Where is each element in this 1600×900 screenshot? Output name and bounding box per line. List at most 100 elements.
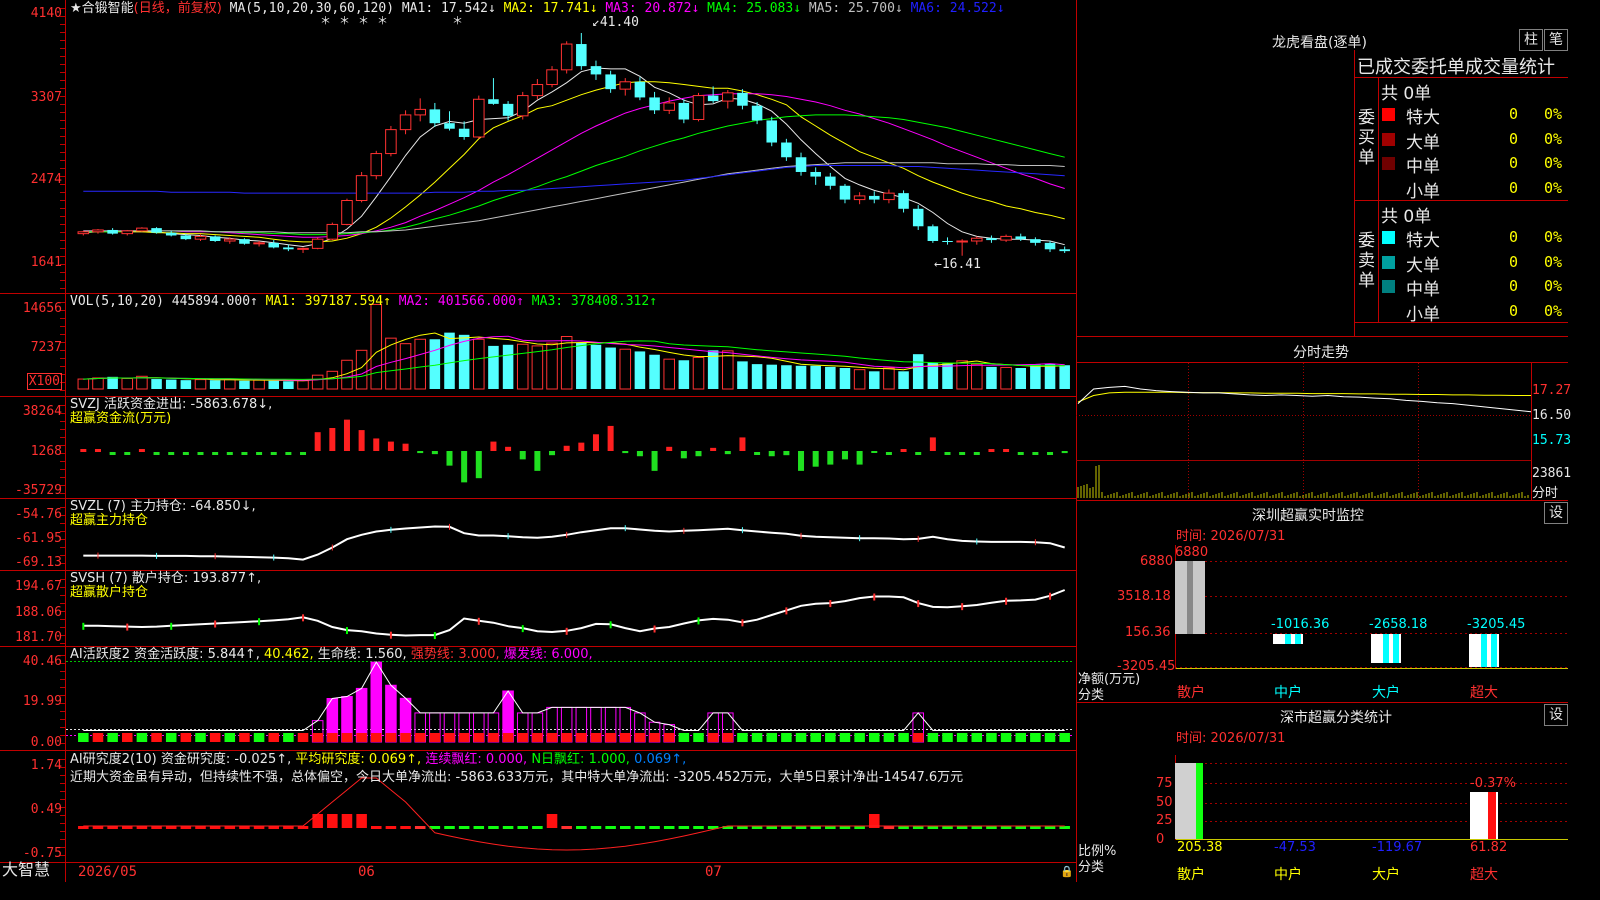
candle xyxy=(224,238,236,242)
volume-bar xyxy=(883,367,895,390)
order-size-label: 大单 xyxy=(1406,132,1440,153)
research-bar xyxy=(693,826,704,829)
color-swatch xyxy=(1382,157,1395,170)
flow-bar xyxy=(314,432,321,451)
ai-research-panel[interactable] xyxy=(78,777,1070,851)
volume-bar xyxy=(77,378,90,390)
activity-base xyxy=(619,733,631,742)
flow-bar xyxy=(343,419,350,451)
flow-bar xyxy=(622,451,629,454)
vol-ma2: MA2: 401566.000↑ xyxy=(398,294,524,309)
order-count: 0 xyxy=(1509,129,1519,148)
volume-bar xyxy=(751,364,763,389)
flow-bar xyxy=(182,452,189,455)
flow-bar xyxy=(519,451,526,460)
flow-bar xyxy=(900,449,907,452)
volume-bar xyxy=(92,377,104,390)
volume-bar xyxy=(151,379,162,389)
aiyj-summary: 近期大资金虽有异动，但持续性不强，总体偏空，今日大单净流出: -5863.633… xyxy=(70,770,964,785)
volume-bar xyxy=(414,338,426,390)
flow-bar xyxy=(783,451,790,456)
activity-base xyxy=(766,733,778,742)
volume-bar xyxy=(678,360,690,389)
aihy-v4: 强势线: 3.000, xyxy=(410,647,500,662)
candlestick-panel[interactable] xyxy=(77,33,1070,256)
aiyj-axis-label: 1.74 xyxy=(30,758,62,773)
flow-bar xyxy=(578,442,585,451)
aiyj-v4: N日飘红: 1.000, xyxy=(531,752,630,767)
candle xyxy=(722,92,734,102)
flow-bar xyxy=(138,449,145,452)
vol-axis-label: 14656 xyxy=(22,301,62,316)
sz-stats-title: 深市超赢分类统计 xyxy=(1280,710,1392,726)
svsh-panel[interactable] xyxy=(82,589,1066,640)
monitor-bar-highlight xyxy=(1491,634,1497,667)
activity-base xyxy=(429,733,441,742)
flow-bar xyxy=(680,451,687,459)
research-bar xyxy=(576,826,587,829)
period-label[interactable]: (日线，前复权) xyxy=(134,1,222,16)
candle xyxy=(868,195,880,200)
flow-bar xyxy=(197,452,204,455)
order-percent: 0% xyxy=(1544,228,1563,246)
candle xyxy=(180,235,192,240)
flow-bar xyxy=(373,438,380,451)
activity-base xyxy=(532,733,543,742)
order-percent: 0% xyxy=(1544,252,1563,271)
flow-bar xyxy=(871,451,878,453)
chart-canvas[interactable] xyxy=(0,0,1568,882)
volume-panel[interactable] xyxy=(77,303,1070,390)
sz-stats-panel[interactable] xyxy=(1175,755,1568,840)
candle xyxy=(239,239,250,244)
activity-base xyxy=(649,733,660,742)
flow-bar xyxy=(563,445,570,451)
activity-base xyxy=(312,733,323,742)
research-bar xyxy=(678,826,690,829)
stock-name[interactable]: 合锻智能 xyxy=(82,1,134,16)
research-bar xyxy=(619,826,631,829)
lock-icon[interactable]: 🔒 xyxy=(1060,864,1074,879)
volume-bar xyxy=(488,345,499,389)
candle xyxy=(341,200,353,225)
trade-mode-button[interactable]: 笔 xyxy=(1544,29,1568,51)
intraday-axis-label: 17.27 xyxy=(1532,383,1572,398)
candle xyxy=(297,247,309,250)
candle xyxy=(311,238,324,249)
candle xyxy=(810,171,821,177)
flow-bar xyxy=(798,451,805,471)
flow-bar xyxy=(754,452,761,455)
bar-mode-button[interactable]: 柱 xyxy=(1519,29,1543,51)
sz-monitor-panel[interactable] xyxy=(1175,545,1568,669)
activity-base xyxy=(795,733,807,742)
flow-bar xyxy=(490,441,497,451)
research-line xyxy=(83,777,1065,851)
flow-bar xyxy=(475,451,482,479)
intraday-panel[interactable] xyxy=(1076,363,1532,500)
activity-base xyxy=(78,733,89,742)
ma-value-4: MA4: 25.083↓ xyxy=(699,1,802,16)
svzl-axis-label: -54.76 xyxy=(15,507,62,522)
sz-stats-settings-button[interactable]: 设 xyxy=(1544,704,1568,726)
ai-activity-panel[interactable] xyxy=(66,661,1072,743)
volume-bar xyxy=(1044,364,1056,389)
activity-base xyxy=(912,733,924,742)
research-bar xyxy=(458,826,470,829)
aiyj-v3: 连续飘红: 0.000, xyxy=(425,752,528,767)
vol-params: VOL(5,10,20) xyxy=(70,294,164,309)
svzj-panel[interactable] xyxy=(80,419,1068,483)
volume-bar xyxy=(839,367,851,389)
stats-annotation: -0.37% xyxy=(1470,776,1516,791)
candle xyxy=(663,102,675,111)
star-icon[interactable]: ★ xyxy=(70,1,82,16)
svzl-panel[interactable] xyxy=(83,523,1065,561)
volume-bar xyxy=(1030,364,1041,389)
activity-base xyxy=(121,733,133,742)
sz-monitor-settings-button[interactable]: 设 xyxy=(1544,502,1568,524)
aiyj-v2: 平均研究度: 0.069↑, xyxy=(295,752,422,767)
volume-bar xyxy=(370,303,383,390)
volume-bar xyxy=(576,342,587,389)
stats-category-label: 超大 xyxy=(1470,867,1498,883)
svzj-subtitle: 超赢资金流(万元) xyxy=(70,411,172,426)
activity-base xyxy=(546,733,558,742)
volume-bar xyxy=(1000,366,1012,390)
